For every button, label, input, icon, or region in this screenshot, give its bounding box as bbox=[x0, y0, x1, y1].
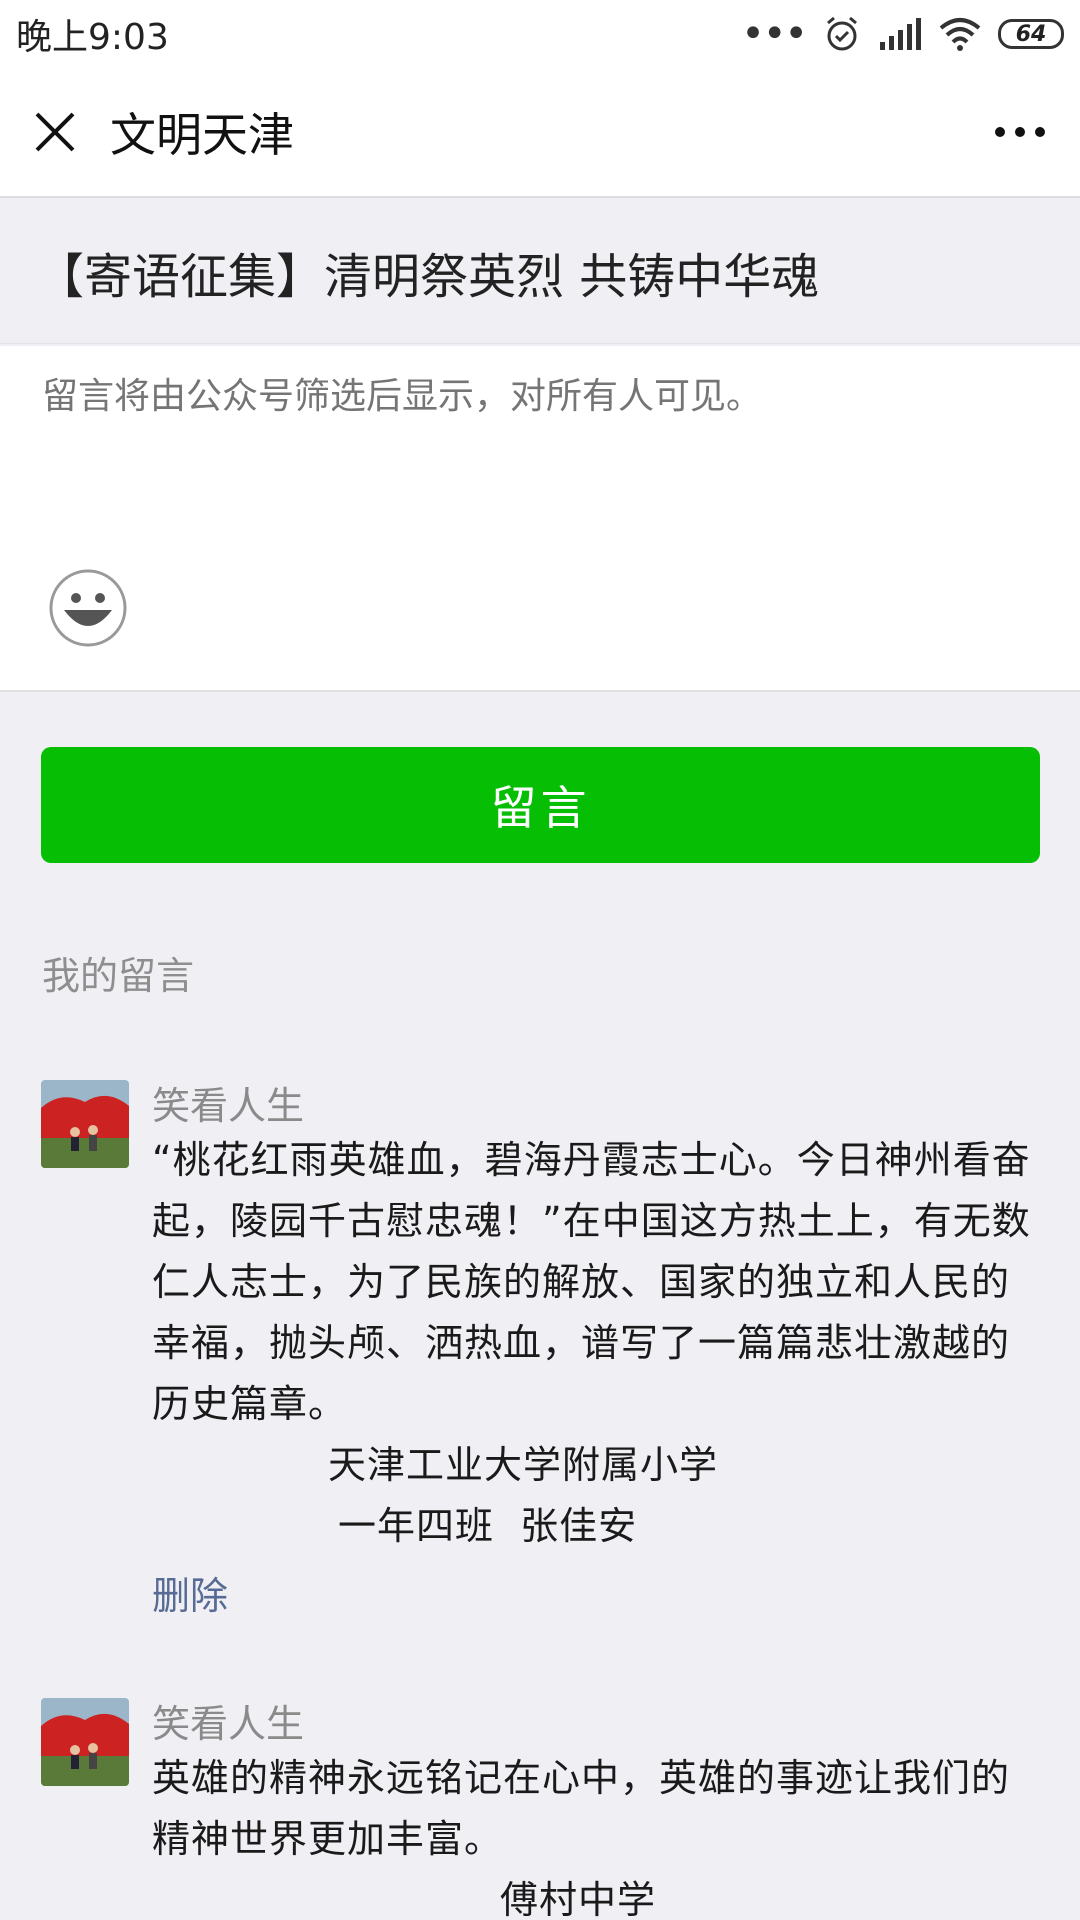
nav-bar: 文明天津 bbox=[0, 68, 1080, 198]
comment-author: 笑看人生 bbox=[152, 1702, 305, 1746]
emoji-button[interactable] bbox=[48, 568, 128, 648]
status-time: 晚上9:03 bbox=[16, 17, 169, 58]
status-bar: 晚上9:03 ••• 64 bbox=[0, 0, 1080, 68]
more-button[interactable] bbox=[960, 67, 1080, 197]
battery-icon: 64 bbox=[998, 19, 1064, 49]
comment-text: 英雄的精神永远铭记在心中，英雄的事迹让我们的精神世界更加丰富。 傅村中学 bbox=[152, 1748, 1032, 1920]
comment-content: “桃花红雨英雄血，碧海丹霞志士心。今日神州看奋起，陵园千古慰忠魂！”在中国这方热… bbox=[152, 1138, 1031, 1426]
comment-text: “桃花红雨英雄血，碧海丹霞志士心。今日神州看奋起，陵园千古慰忠魂！”在中国这方热… bbox=[152, 1130, 1032, 1557]
my-comments-heading: 我的留言 bbox=[42, 954, 195, 998]
comment-compose bbox=[0, 346, 1080, 692]
status-icons: ••• 64 bbox=[741, 14, 1064, 54]
submit-comment-button[interactable]: 留言 bbox=[41, 747, 1040, 863]
close-icon bbox=[35, 112, 75, 152]
smiley-icon bbox=[49, 569, 127, 647]
wifi-icon bbox=[939, 18, 981, 51]
comment-signature-school: 傅村中学 bbox=[500, 1878, 657, 1920]
comment-content: 英雄的精神永远铭记在心中，英雄的事迹让我们的精神世界更加丰富。 bbox=[152, 1756, 1011, 1861]
alarm-icon bbox=[827, 16, 857, 51]
avatar[interactable] bbox=[41, 1698, 129, 1786]
page-title: 文明天津 bbox=[110, 108, 294, 162]
comment-author: 笑看人生 bbox=[152, 1084, 305, 1128]
comment-signature-name: 一年四班 张佳安 bbox=[338, 1504, 638, 1548]
comment-signature-school: 天津工业大学附属小学 bbox=[328, 1443, 719, 1487]
avatar[interactable] bbox=[41, 1080, 129, 1168]
more-dots-icon: ••• bbox=[741, 11, 808, 57]
more-icon bbox=[995, 127, 1045, 137]
comment-input[interactable] bbox=[42, 376, 1042, 417]
article-title: 【寄语征集】清明祭英烈 共铸中华魂 bbox=[0, 200, 1080, 344]
close-button[interactable] bbox=[0, 67, 110, 197]
signal-icon bbox=[880, 18, 921, 50]
delete-comment-link[interactable]: 删除 bbox=[152, 1565, 228, 1620]
